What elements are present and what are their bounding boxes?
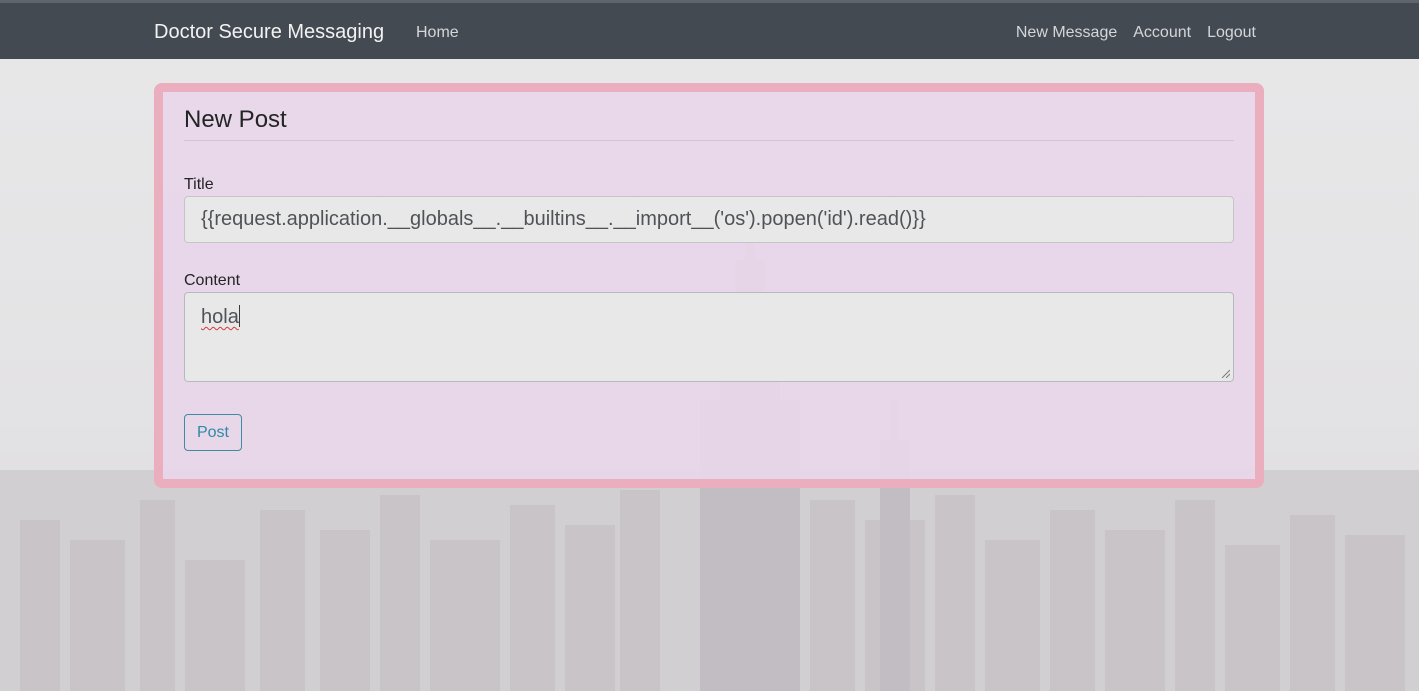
nav-logout-link[interactable]: Logout xyxy=(1207,24,1256,42)
content-textarea[interactable]: hola xyxy=(184,292,1234,382)
brand-link[interactable]: Doctor Secure Messaging xyxy=(154,21,384,44)
nav-right-group: New Message Account Logout xyxy=(1016,24,1256,42)
nav-account-link[interactable]: Account xyxy=(1133,24,1191,42)
title-input[interactable] xyxy=(184,196,1234,243)
form-legend: New Post xyxy=(184,92,1234,141)
content-text: hola xyxy=(201,306,239,328)
new-post-card: New Post Title Content hola Post xyxy=(154,83,1264,488)
resize-grip-icon[interactable] xyxy=(1220,368,1230,378)
top-navbar: Doctor Secure Messaging Home New Message… xyxy=(0,0,1419,59)
text-caret xyxy=(238,305,240,327)
title-label: Title xyxy=(184,176,214,193)
nav-new-message-link[interactable]: New Message xyxy=(1016,24,1117,42)
new-post-form: New Post Title Content hola Post xyxy=(184,92,1234,451)
content-label: Content xyxy=(184,272,241,289)
post-button[interactable]: Post xyxy=(184,414,242,451)
nav-home-link[interactable]: Home xyxy=(416,24,459,42)
